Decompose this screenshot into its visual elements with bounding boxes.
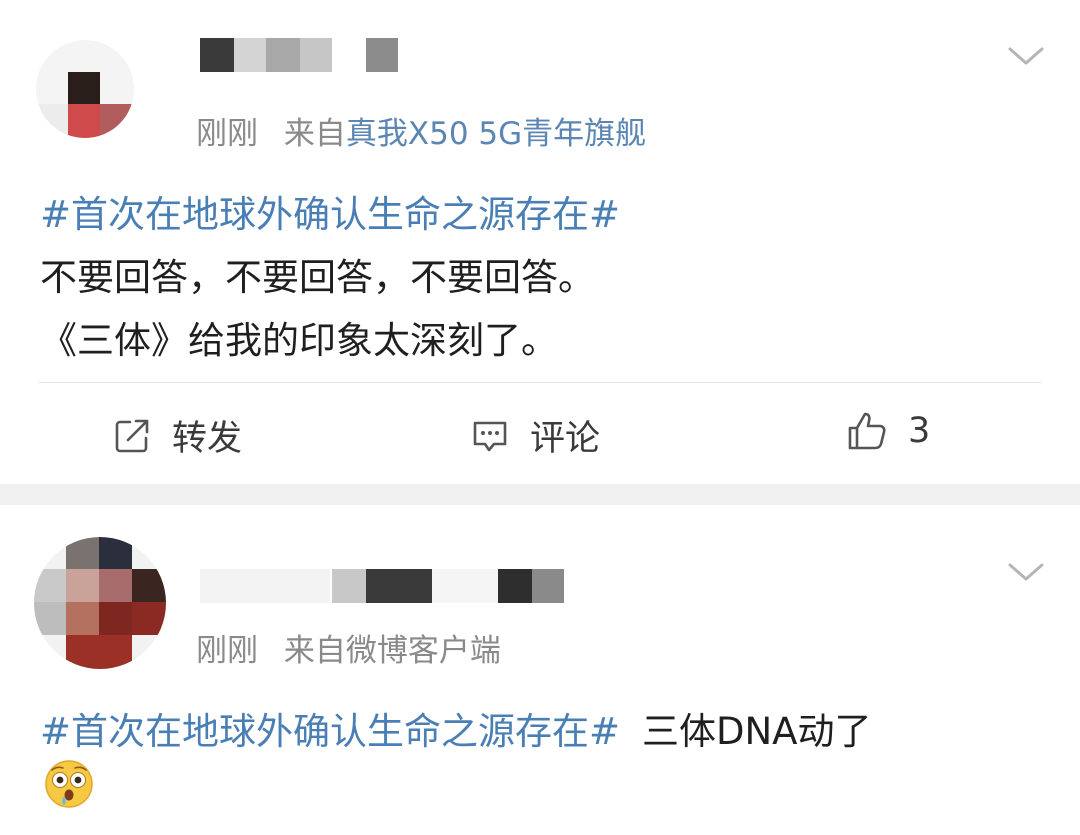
post-meta: 刚刚 来自真我X50 5G青年旗舰	[196, 108, 646, 153]
name-block	[366, 38, 398, 72]
name-block	[366, 569, 432, 603]
topic-link[interactable]: #首次在地球外确认生命之源存在#	[40, 710, 620, 753]
repost-icon	[115, 419, 149, 452]
comment-icon	[473, 421, 507, 451]
like-icon	[848, 412, 886, 450]
avatar-mosaic	[100, 104, 134, 138]
avatar[interactable]	[34, 537, 166, 669]
feed-separator	[0, 484, 1080, 505]
meta-from: 来自	[283, 116, 346, 152]
name-block	[432, 569, 498, 603]
avatar-mosaic	[132, 569, 166, 602]
avatar-mosaic	[66, 635, 132, 669]
name-block	[300, 38, 332, 72]
post-text-line: #首次在地球外确认生命之源存在#	[40, 184, 620, 238]
post-time: 刚刚	[196, 633, 258, 669]
avatar-mosaic	[68, 72, 100, 104]
repost-label: 转发	[172, 419, 243, 459]
flushed-face-emoji	[45, 760, 93, 808]
name-block	[266, 38, 300, 72]
like-count: 3	[908, 411, 931, 451]
avatar-mosaic	[68, 104, 100, 138]
avatar-mosaic	[66, 569, 99, 602]
divider	[38, 382, 1042, 383]
chevron-down-icon[interactable]	[1006, 560, 1046, 584]
name-block	[498, 569, 532, 603]
avatar[interactable]	[36, 40, 134, 138]
weibo-post-2: 刚刚 来自微博客户端 #首次在地球外确认生命之源存在# 三体DNA动了	[0, 505, 1080, 835]
avatar-mosaic	[66, 537, 99, 569]
avatar-mosaic	[66, 602, 99, 635]
avatar-mosaic	[34, 602, 66, 635]
post-source[interactable]: 真我X50 5G青年旗舰	[346, 116, 646, 152]
comment-label: 评论	[530, 419, 601, 459]
weibo-post-1: 刚刚 来自真我X50 5G青年旗舰 #首次在地球外确认生命之源存在# 不要回答，…	[0, 0, 1080, 484]
topic-link[interactable]: #首次在地球外确认生命之源存在#	[40, 193, 620, 236]
name-block	[234, 38, 266, 72]
comment-button[interactable]: 评论	[470, 410, 600, 461]
avatar-mosaic	[36, 104, 68, 138]
avatar-mosaic	[99, 602, 132, 635]
post-text-line: #首次在地球外确认生命之源存在# 三体DNA动了	[40, 701, 872, 755]
post-text-line: 《三体》给我的印象太深刻了。	[40, 319, 558, 362]
name-block	[532, 569, 564, 603]
meta-from: 来自	[283, 633, 346, 669]
name-block	[332, 569, 366, 603]
like-button[interactable]: 3	[846, 410, 930, 452]
name-block	[200, 38, 234, 72]
chevron-down-icon[interactable]	[1006, 44, 1046, 68]
post-meta: 刚刚 来自微博客户端	[196, 625, 501, 670]
post-time: 刚刚	[196, 116, 258, 152]
avatar-mosaic	[34, 569, 66, 602]
post-source[interactable]: 微博客户端	[346, 633, 501, 669]
avatar-mosaic	[99, 537, 132, 569]
name-block	[200, 569, 330, 603]
avatar-mosaic	[132, 602, 166, 635]
repost-button[interactable]: 转发	[112, 410, 242, 461]
avatar-mosaic	[99, 569, 132, 602]
post-text: 三体DNA动了	[642, 710, 872, 753]
post-text-line: 不要回答，不要回答，不要回答。	[40, 256, 595, 299]
